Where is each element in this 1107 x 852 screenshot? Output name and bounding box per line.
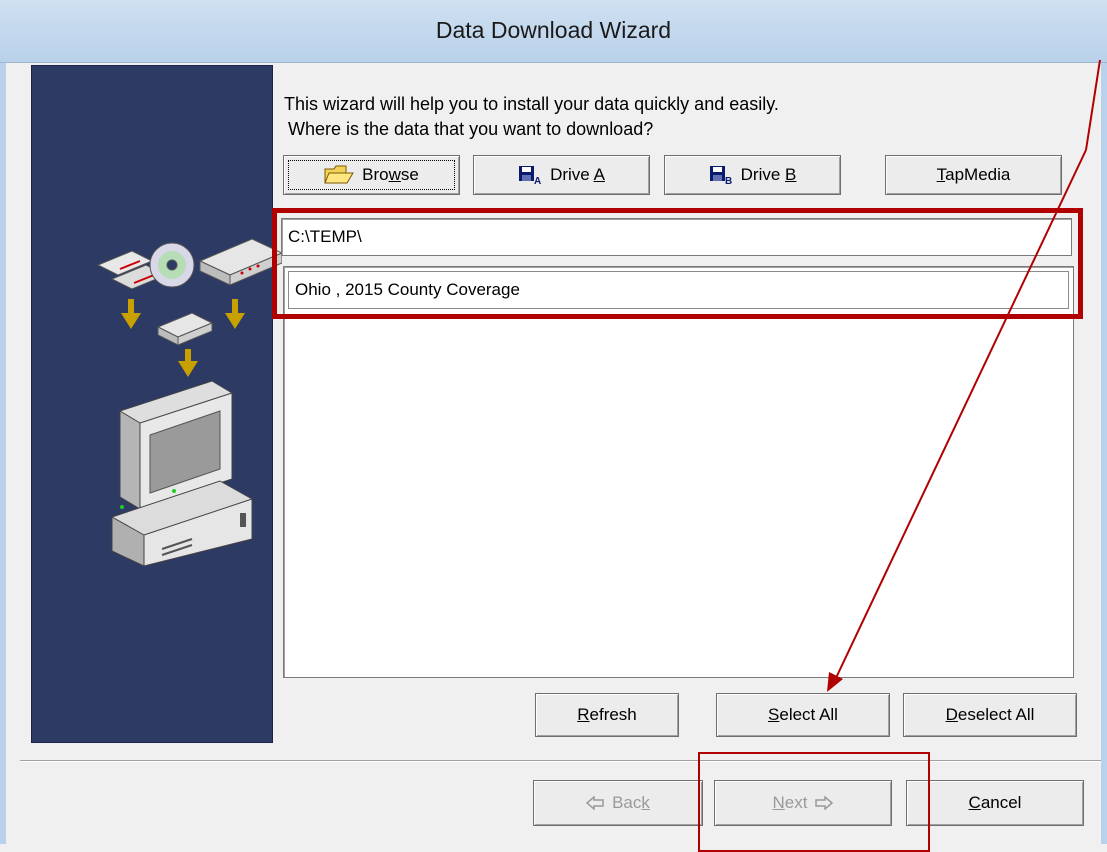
- floppy-disk-a-icon: A: [518, 165, 542, 185]
- drive-a-button[interactable]: A Drive A: [473, 155, 650, 195]
- window-frame-left: [0, 0, 6, 844]
- wizard-side-panel: [31, 65, 282, 743]
- svg-text:A: A: [534, 176, 541, 185]
- next-button[interactable]: Next: [714, 780, 892, 826]
- window-frame-right: [1101, 0, 1107, 844]
- data-list[interactable]: Ohio , 2015 County Coverage: [283, 266, 1074, 678]
- arrow-right-icon: [815, 796, 834, 810]
- svg-text:B: B: [725, 176, 732, 185]
- list-item[interactable]: Ohio , 2015 County Coverage: [288, 271, 1069, 309]
- prompt-text: Where is the data that you want to downl…: [288, 119, 654, 139]
- select-all-label: Select All: [768, 705, 838, 724]
- arrow-left-icon: [586, 796, 604, 810]
- select-all-button[interactable]: Select All: [716, 693, 890, 737]
- path-field[interactable]: C:\TEMP\: [281, 218, 1072, 256]
- drive-b-button[interactable]: B Drive B: [664, 155, 841, 195]
- window-title: Data Download Wizard: [435, 17, 672, 43]
- drive-a-label: Drive A: [550, 165, 605, 184]
- computer-icon: [111, 380, 253, 566]
- data-transfer-illustration-icon: [96, 238, 282, 566]
- refresh-label: Refresh: [577, 705, 637, 724]
- next-label: Next: [772, 793, 808, 812]
- tapmedia-button[interactable]: TapMedia: [885, 155, 1062, 195]
- deselect-all-button[interactable]: Deselect All: [903, 693, 1077, 737]
- title-bar[interactable]: Data Download Wizard: [0, 0, 1107, 63]
- list-item-label: Ohio , 2015 County Coverage: [295, 280, 520, 299]
- back-label: Back: [612, 793, 650, 812]
- path-value: C:\TEMP\: [288, 227, 362, 246]
- cancel-label: Cancel: [968, 793, 1022, 812]
- cancel-button[interactable]: Cancel: [906, 780, 1084, 826]
- intro-text: This wizard will help you to install you…: [284, 94, 779, 114]
- refresh-button[interactable]: Refresh: [535, 693, 679, 737]
- cd-disc-icon: [149, 242, 195, 288]
- back-button[interactable]: Back: [533, 780, 703, 826]
- floppy-disk-b-icon: B: [709, 165, 733, 185]
- external-drive-icon: [198, 238, 282, 286]
- drive-b-label: Drive B: [740, 165, 797, 184]
- separator: [20, 760, 1101, 762]
- tapmedia-label: TapMedia: [936, 165, 1011, 184]
- browse-label: Browse: [362, 165, 419, 184]
- open-folder-icon: [324, 165, 355, 185]
- card-reader-icon: [156, 312, 214, 346]
- deselect-all-label: Deselect All: [945, 705, 1035, 724]
- browse-button[interactable]: Browse: [283, 155, 460, 195]
